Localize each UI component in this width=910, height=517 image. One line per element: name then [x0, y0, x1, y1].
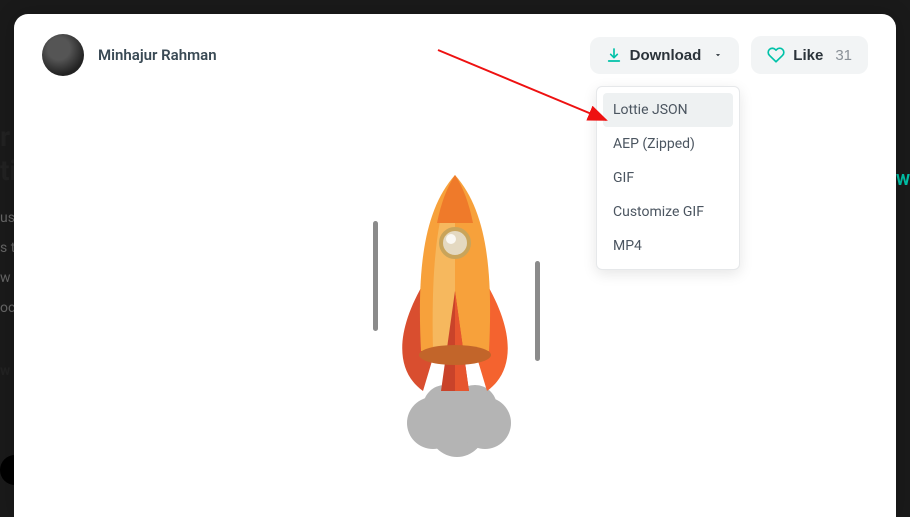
modal-topbar: Minhajur Rahman Download Like 31 — [42, 34, 868, 76]
chevron-down-icon — [713, 50, 723, 60]
action-buttons: Download Like 31 — [590, 36, 868, 74]
download-label: Download — [630, 47, 702, 64]
avatar[interactable] — [42, 34, 84, 76]
asset-modal: Minhajur Rahman Download Like 31 Lo — [14, 14, 896, 517]
author-block[interactable]: Minhajur Rahman — [42, 34, 217, 76]
like-label: Like — [793, 47, 823, 64]
rocket-illustration — [325, 151, 585, 471]
author-name[interactable]: Minhajur Rahman — [98, 46, 217, 64]
download-button[interactable]: Download — [590, 37, 740, 74]
bg-right-w: W — [896, 170, 910, 189]
preview-canvas — [14, 104, 896, 517]
heart-icon — [767, 46, 785, 64]
download-icon — [606, 47, 622, 63]
like-button[interactable]: Like 31 — [751, 36, 868, 74]
like-count: 31 — [835, 47, 852, 64]
